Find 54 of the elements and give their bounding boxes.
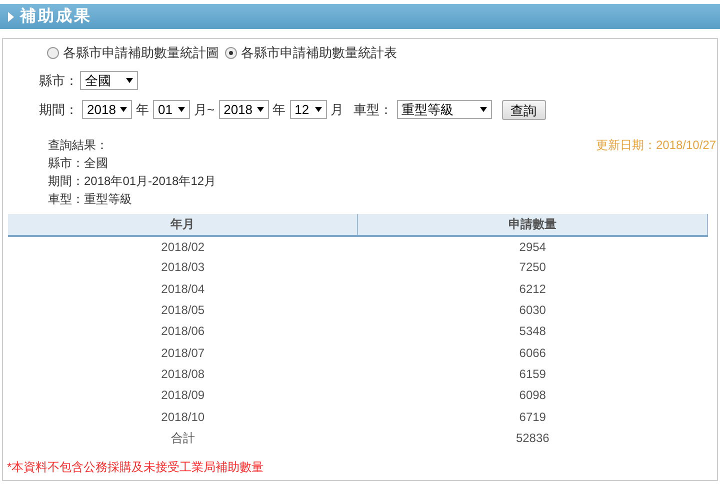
result-city: 縣市：全國 — [48, 154, 109, 172]
unit-label: 年 — [272, 100, 286, 119]
radio-button[interactable] — [47, 47, 59, 59]
radio-button[interactable] — [225, 47, 237, 59]
unit-label: 月 — [330, 100, 344, 119]
table-cell-text: 6098 — [518, 387, 547, 404]
city-select[interactable]: 全國 — [80, 71, 138, 90]
table-cell-text: 2018/10 — [160, 408, 206, 426]
table-cell-text: 2018/04 — [160, 280, 206, 298]
column-header: 年月 — [8, 214, 358, 236]
dropdown-arrow-icon — [314, 107, 322, 112]
table-cell-text: 6212 — [518, 280, 547, 298]
city-label: 縣市： — [39, 72, 78, 90]
unit-label: 月~ — [194, 100, 215, 119]
table-cell-text: 2018/05 — [160, 302, 206, 320]
dropdown-arrow-icon — [256, 107, 264, 112]
vehicle-label: 車型： — [354, 100, 393, 119]
radio-label: 各縣市申請補助數量統計圖 — [63, 44, 219, 62]
unit-label: 年 — [136, 100, 149, 119]
dropdown-arrow-icon — [120, 107, 127, 112]
table-cell-text: 5348 — [518, 323, 547, 340]
table-cell-text: 2018/06 — [160, 323, 206, 340]
dropdown-arrow-icon — [126, 78, 133, 84]
table-cell-text: 2018/03 — [160, 259, 206, 276]
month-select[interactable]: 12 — [290, 100, 327, 119]
table-cell-text: 6030 — [518, 302, 547, 320]
dropdown-arrow-icon — [178, 107, 185, 112]
caret-icon — [8, 12, 14, 22]
table-cell-text: 合計 — [170, 430, 196, 447]
vehicle-select[interactable]: 重型等級 — [396, 100, 492, 119]
period-label: 期間： — [39, 100, 78, 119]
table-cell-text: 52836 — [514, 430, 550, 447]
dropdown-arrow-icon — [480, 107, 487, 112]
month-select[interactable]: 01 — [153, 100, 190, 119]
year-select[interactable]: 2018 — [218, 100, 269, 119]
result-period: 期間：2018年01月-2018年12月 — [48, 172, 216, 190]
result-vehicle: 車型：重型等級 — [48, 190, 133, 208]
year-select[interactable]: 2018 — [82, 100, 132, 119]
section-title: 補助成果 — [20, 6, 92, 26]
table-cell-text: 2018/08 — [160, 366, 206, 383]
table-cell-text: 2018/07 — [160, 344, 206, 362]
table-cell-text: 7250 — [518, 259, 547, 276]
result-title: 查詢結果： — [48, 136, 109, 154]
query-button[interactable]: 查詢 — [502, 100, 546, 120]
table-cell: 2018/02 — [8, 236, 358, 257]
footnote: *本資料不包含公務採購及未接受工業局補助數量 — [7, 459, 264, 476]
column-header: 申請數量 — [358, 214, 708, 236]
table-cell-text: 2018/09 — [160, 387, 206, 404]
table-cell-text: 6159 — [518, 366, 547, 383]
radio-label: 各縣市申請補助數量統計表 — [241, 44, 397, 62]
table-cell: 2954 — [358, 236, 708, 257]
update-date: 更新日期：2018/10/27 — [596, 136, 716, 154]
table-cell-text: 6719 — [518, 408, 547, 426]
table-cell-text: 6066 — [518, 344, 547, 362]
